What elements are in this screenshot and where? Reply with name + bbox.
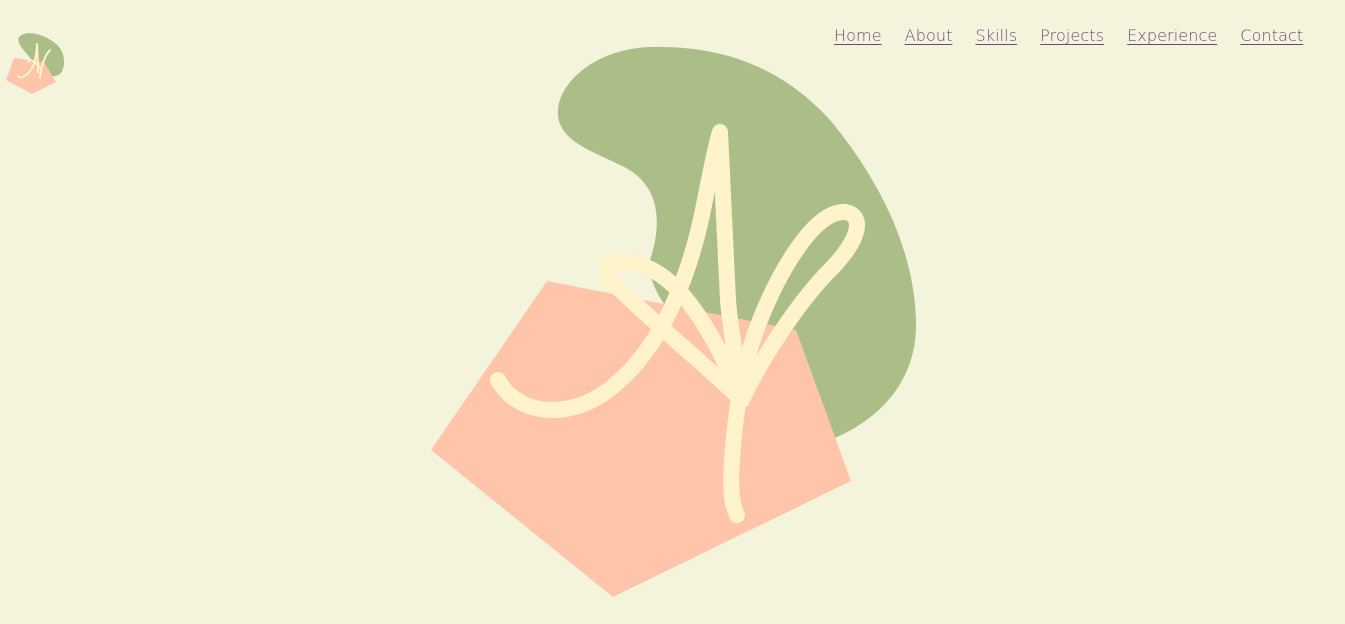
monogram-illustration	[431, 46, 917, 597]
nav-link-projects[interactable]: Projects	[1040, 26, 1104, 46]
hero-illustration	[380, 40, 960, 610]
logo-link[interactable]	[0, 28, 70, 98]
nav-link-skills[interactable]: Skills	[975, 26, 1017, 46]
nav-link-contact[interactable]: Contact	[1240, 26, 1303, 46]
monogram-logo-icon	[6, 33, 65, 94]
nav-link-experience[interactable]: Experience	[1127, 26, 1217, 46]
page: Home About Skills Projects Experience Co…	[0, 0, 1345, 624]
